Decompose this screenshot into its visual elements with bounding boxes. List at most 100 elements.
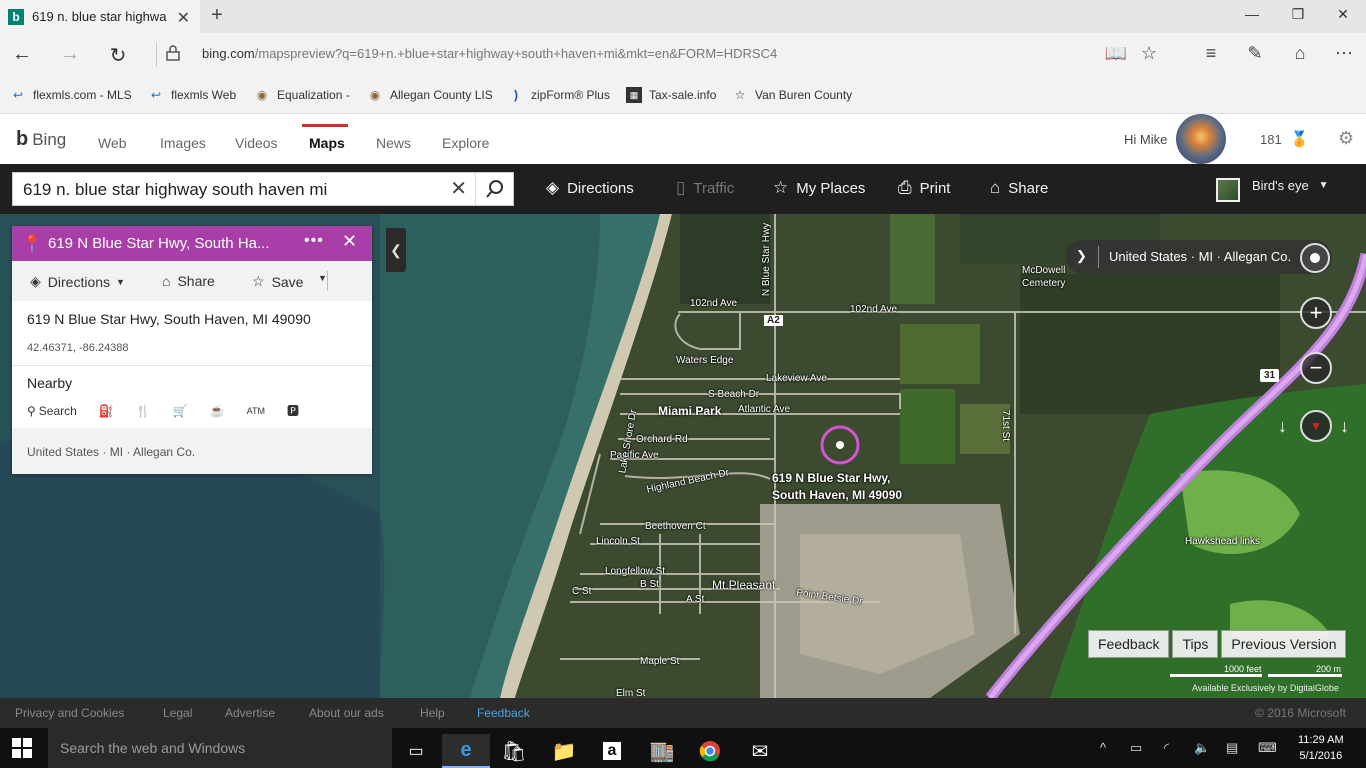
gas-station-icon[interactable]: ⛽ xyxy=(99,404,114,418)
minimize-button[interactable]: — xyxy=(1242,6,1262,22)
battery-icon[interactable]: ▭ xyxy=(1130,740,1142,756)
taskbar-search[interactable]: Search the web and Windows xyxy=(48,728,392,768)
search-input[interactable] xyxy=(23,179,443,201)
edge-icon[interactable]: e xyxy=(442,734,490,768)
task-view-icon[interactable]: ▭ xyxy=(392,734,440,768)
tab-title: 619 n. blue star highwa xyxy=(32,9,167,24)
nav-explore[interactable]: Explore xyxy=(442,135,489,151)
more-options-icon[interactable]: ••• xyxy=(304,232,324,250)
volume-icon[interactable]: 🔈 xyxy=(1194,740,1210,756)
my-places-button[interactable]: ☆ My Places xyxy=(773,178,865,198)
pin-address-label[interactable]: 619 N Blue Star Hwy, South Haven, MI 490… xyxy=(772,470,902,504)
settings-gear-icon[interactable]: ⚙ xyxy=(1338,128,1354,149)
favorite-star-icon[interactable]: ☆ xyxy=(1137,43,1161,64)
locate-me-button[interactable] xyxy=(1300,243,1330,273)
close-tab-icon[interactable]: ✕ xyxy=(177,8,190,28)
address-url[interactable]: bing.com/mapspreview?q=619+n.+blue+star+… xyxy=(202,46,777,61)
favorite-zipform[interactable]: ) zipForm® Plus xyxy=(508,87,610,103)
rotate-right-icon[interactable]: ↓ xyxy=(1340,416,1349,437)
reading-view-icon[interactable]: 📖 xyxy=(1104,43,1128,64)
scale-feet: 1000 feet xyxy=(1224,664,1262,674)
map-feedback-button[interactable]: Feedback xyxy=(1088,630,1170,658)
store-bag-icon[interactable]: 🏬 xyxy=(638,734,686,768)
keyboard-icon[interactable]: ⌨ xyxy=(1258,740,1277,756)
share-button[interactable]: ⌂ Share xyxy=(990,178,1048,198)
footer-privacy-link[interactable]: Privacy and Cookies xyxy=(15,706,124,720)
file-explorer-icon[interactable]: 📁 xyxy=(540,734,588,768)
print-button[interactable]: ⎙ Print xyxy=(898,178,950,198)
refresh-icon[interactable]: ↻ xyxy=(106,43,130,68)
directions-button[interactable]: ◈ Directions xyxy=(546,178,634,198)
rewards-medal-icon[interactable]: 🏅 xyxy=(1290,130,1309,148)
windows-start-icon[interactable] xyxy=(12,738,34,758)
nav-web[interactable]: Web xyxy=(98,135,127,151)
forward-arrow-icon[interactable]: → xyxy=(58,43,82,66)
wifi-icon[interactable]: ◜ xyxy=(1164,740,1169,756)
location-breadcrumb[interactable]: ❯ United States · MI · Allegan Co. xyxy=(1066,240,1332,274)
traffic-button[interactable]: ▯ Traffic xyxy=(676,178,734,198)
favorite-van-buren[interactable]: ☆ Van Buren County xyxy=(732,87,853,103)
restaurant-icon[interactable]: 🍴 xyxy=(136,404,151,418)
zoom-in-button[interactable]: + xyxy=(1300,297,1332,329)
restore-button[interactable]: ❐ xyxy=(1288,6,1308,23)
favorite-flexmls-web[interactable]: ↩ flexmls Web xyxy=(148,87,236,103)
mail-icon[interactable]: ✉ xyxy=(736,734,784,768)
previous-version-button[interactable]: Previous Version xyxy=(1221,630,1347,658)
nav-images[interactable]: Images xyxy=(160,135,206,151)
rotate-left-icon[interactable]: ↓ xyxy=(1278,416,1287,437)
user-greeting[interactable]: Hi Mike xyxy=(1124,132,1167,147)
map-label-a-st: A St xyxy=(686,594,705,605)
hub-icon[interactable]: ≡ xyxy=(1199,43,1223,64)
coffee-icon[interactable]: ☕ xyxy=(210,404,225,418)
zoom-out-button[interactable]: − xyxy=(1300,352,1332,384)
show-hidden-icons-icon[interactable]: ^ xyxy=(1100,740,1106,755)
close-card-icon[interactable]: ✕ xyxy=(342,231,357,252)
parking-icon[interactable]: 🅿 xyxy=(287,402,299,419)
bing-logo[interactable]: b Bing xyxy=(16,128,66,151)
footer-feedback-link[interactable]: Feedback xyxy=(477,706,530,720)
nearby-search-button[interactable]: ⚲ Search xyxy=(27,404,77,418)
map-style-dropdown[interactable]: Bird's eye ▼ xyxy=(1252,178,1329,193)
save-dropdown-button[interactable]: ▼ xyxy=(318,273,327,283)
nav-videos[interactable]: Videos xyxy=(235,135,278,151)
back-arrow-icon[interactable]: ← xyxy=(10,43,34,66)
more-icon[interactable]: ⋯ xyxy=(1332,43,1356,64)
card-region[interactable]: United States · MI · Allegan Co. xyxy=(27,445,195,459)
nav-news[interactable]: News xyxy=(376,135,411,151)
breadcrumb-separator xyxy=(1098,246,1099,268)
favorite-tax-sale[interactable]: ▦ Tax-sale.info xyxy=(626,87,716,103)
amazon-icon[interactable]: a xyxy=(588,734,636,768)
compass-button[interactable]: ▼ xyxy=(1300,410,1332,442)
clear-search-icon[interactable]: ✕ xyxy=(450,176,467,201)
new-tab-button[interactable]: + xyxy=(206,4,228,28)
nav-maps[interactable]: Maps xyxy=(309,135,345,151)
rewards-count[interactable]: 181 xyxy=(1260,132,1282,147)
map-tips-button[interactable]: Tips xyxy=(1172,630,1219,658)
shopping-cart-icon[interactable]: 🛒 xyxy=(173,404,188,418)
action-center-icon[interactable]: ▤ xyxy=(1226,740,1238,756)
card-save-button[interactable]: ☆ Save xyxy=(252,273,303,290)
footer-about-ads-link[interactable]: About our ads xyxy=(309,706,384,720)
taskbar-clock[interactable]: 11:29 AM 5/1/2016 xyxy=(1298,732,1344,764)
card-directions-button[interactable]: ◈ Directions ▼ xyxy=(30,273,125,290)
search-button[interactable] xyxy=(475,173,513,205)
favorite-allegan-lis[interactable]: ◉ Allegan County LIS xyxy=(367,87,493,103)
atm-icon[interactable]: ATM xyxy=(247,406,265,416)
card-share-button[interactable]: ⌂ Share xyxy=(162,273,215,289)
favorite-flexmls-mls[interactable]: ↩ flexmls.com - MLS xyxy=(10,87,132,103)
map-style-thumbnail[interactable] xyxy=(1216,178,1240,202)
close-window-button[interactable]: ✕ xyxy=(1333,6,1353,23)
avatar[interactable] xyxy=(1176,114,1226,164)
browser-tab[interactable]: b 619 n. blue star highwa ✕ xyxy=(0,0,200,33)
breadcrumb-text: United States · MI · Allegan Co. xyxy=(1109,249,1292,264)
chrome-icon[interactable] xyxy=(686,734,734,768)
footer-advertise-link[interactable]: Advertise xyxy=(225,706,275,720)
footer-help-link[interactable]: Help xyxy=(420,706,445,720)
store-icon[interactable]: 🛍 xyxy=(490,734,538,768)
favorite-equalization[interactable]: ◉ Equalization - xyxy=(254,87,350,103)
share-icon[interactable]: ⌂ xyxy=(1288,43,1312,64)
chevron-right-icon[interactable]: ❯ xyxy=(1076,248,1087,264)
collapse-panel-button[interactable]: ❮ xyxy=(386,228,406,272)
web-note-icon[interactable]: ✎ xyxy=(1243,43,1267,64)
footer-legal-link[interactable]: Legal xyxy=(163,706,192,720)
